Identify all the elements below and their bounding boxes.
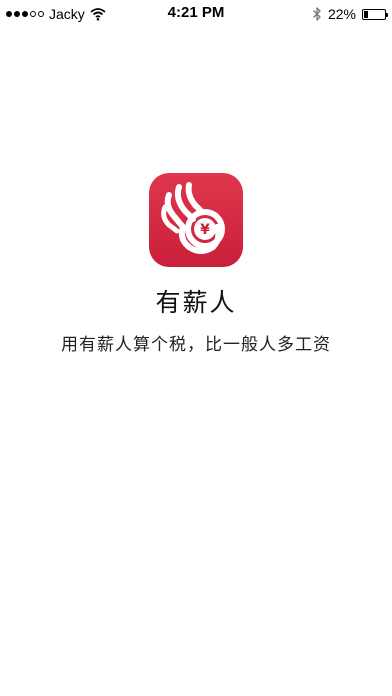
bluetooth-icon	[313, 7, 321, 21]
battery-level	[364, 10, 368, 18]
app-tagline: 用有薪人算个税，比一般人多工资	[61, 335, 331, 355]
battery-percentage: 22%	[327, 6, 356, 22]
yen-symbol: ¥	[200, 222, 210, 238]
app-icon: ¥	[149, 173, 243, 267]
battery-icon	[362, 8, 388, 20]
ok-hand-yen-icon: ¥	[161, 182, 225, 254]
status-right: 22%	[312, 5, 388, 23]
status-bar: Jacky 4:21 PM 22%	[0, 0, 392, 28]
app-name: 有薪人	[155, 288, 237, 317]
